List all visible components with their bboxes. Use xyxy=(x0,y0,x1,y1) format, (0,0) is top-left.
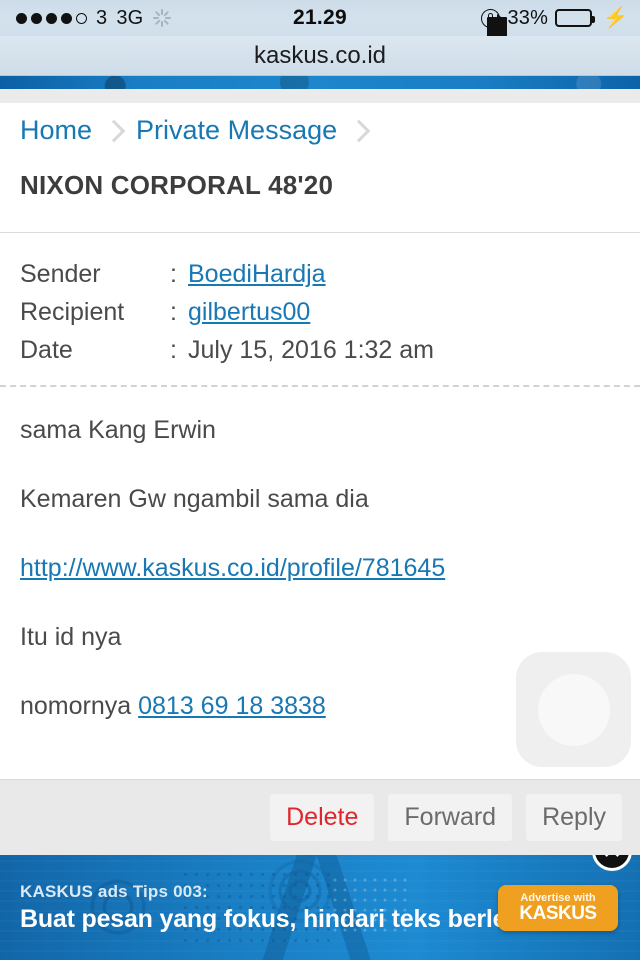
message-paragraph: http://www.kaskus.co.id/profile/781645 xyxy=(20,551,640,585)
ad-tips-label: KASKUS ads Tips 003: xyxy=(20,882,208,901)
assistive-touch-button[interactable] xyxy=(516,652,631,767)
date-label: Date xyxy=(20,336,73,364)
ad-headline: Buat pesan yang fokus, hindari teks berl… xyxy=(20,905,573,933)
meta-separator: : xyxy=(170,260,177,288)
advertise-cta-button[interactable]: Advertise with KASKUS xyxy=(498,885,618,931)
phone-link[interactable]: 0813 69 18 3838 xyxy=(138,692,326,720)
breadcrumb-item-home[interactable]: Home xyxy=(20,115,92,146)
page-title: NIXON CORPORAL 48'20 xyxy=(20,170,334,200)
recipient-label: Recipient xyxy=(20,298,125,326)
page-content: Home Private Message NIXON CORPORAL 48'2… xyxy=(0,103,640,723)
message-paragraph: Itu id nya xyxy=(20,623,122,651)
breadcrumb: Home Private Message xyxy=(0,103,640,146)
message-action-bar: Delete Forward Reply xyxy=(0,779,640,855)
assistive-touch-inner-circle xyxy=(537,673,610,746)
browser-address-bar[interactable]: kaskus.co.id xyxy=(0,36,640,76)
ad-banner[interactable]: KASKUS ads Tips 003: Buat pesan yang fok… xyxy=(0,855,640,960)
meta-separator: : xyxy=(170,336,177,364)
sender-value[interactable]: BoediHardja xyxy=(188,255,326,293)
chevron-right-icon xyxy=(347,119,371,142)
ad-cta-brand-label: KASKUS xyxy=(519,903,597,924)
reply-button[interactable]: Reply xyxy=(526,794,622,841)
battery-percent-label: 33% xyxy=(507,6,549,29)
charging-bolt-icon: ⚡ xyxy=(603,7,628,29)
forward-button[interactable]: Forward xyxy=(388,794,513,841)
breadcrumb-item-private-message[interactable]: Private Message xyxy=(136,115,337,146)
rotation-lock-icon xyxy=(481,8,508,43)
profile-link[interactable]: http://www.kaskus.co.id/profile/781645 xyxy=(20,554,445,582)
battery-icon xyxy=(555,9,596,27)
message-meta: Sender : BoediHardja Recipient : gilbert… xyxy=(0,233,640,369)
meta-row-recipient: Recipient : gilbertus00 xyxy=(20,293,640,331)
site-header-banner xyxy=(0,76,640,89)
recipient-value[interactable]: gilbertus00 xyxy=(188,293,310,331)
status-bar: 3 3G 21.29 33% ⚡ xyxy=(0,0,640,43)
sender-label: Sender xyxy=(20,260,101,288)
delete-button[interactable]: Delete xyxy=(270,794,375,841)
status-bar-right: 33% ⚡ xyxy=(481,6,628,43)
meta-row-sender: Sender : BoediHardja xyxy=(20,255,640,293)
meta-separator: : xyxy=(170,298,177,326)
message-paragraph: sama Kang Erwin xyxy=(20,416,216,444)
date-value: July 15, 2016 1:32 am xyxy=(188,336,434,364)
phone-screen: 3 3G 21.29 33% ⚡ kaskus.co.id Home Priva… xyxy=(0,0,640,960)
message-paragraph: Kemaren Gw ngambil sama dia xyxy=(20,485,369,513)
url-label: kaskus.co.id xyxy=(253,41,387,69)
chevron-right-icon xyxy=(102,119,126,142)
header-spacer xyxy=(0,89,640,103)
meta-row-date: Date : July 15, 2016 1:32 am xyxy=(20,331,640,369)
phone-prefix-label: nomornya xyxy=(20,692,139,720)
